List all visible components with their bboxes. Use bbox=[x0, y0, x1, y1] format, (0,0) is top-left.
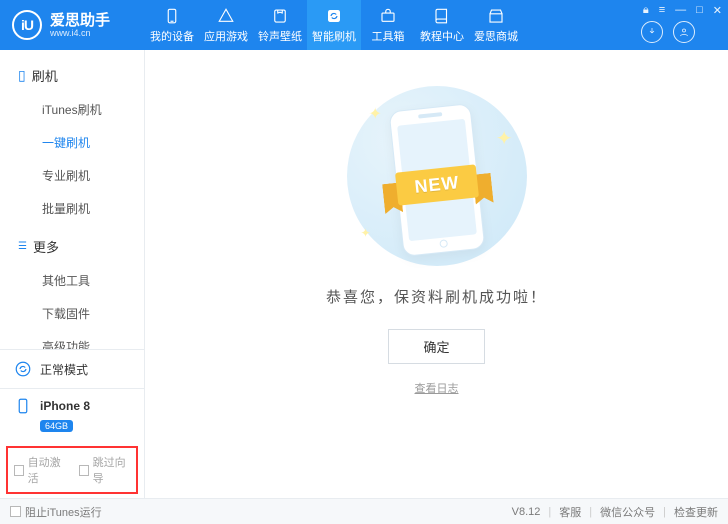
nav-apps[interactable]: 应用游戏 bbox=[199, 0, 253, 50]
divider: | bbox=[589, 506, 592, 518]
auto-activate-checkbox[interactable]: 自动激活 bbox=[14, 454, 65, 486]
checkbox-icon bbox=[14, 465, 24, 476]
minimize-button[interactable]: — bbox=[675, 4, 686, 16]
flash-options-highlight: 自动激活 跳过向导 bbox=[6, 446, 138, 494]
ringtone-icon bbox=[271, 7, 289, 25]
phone-icon bbox=[14, 397, 32, 415]
nav-label: 智能刷机 bbox=[312, 28, 356, 44]
sparkle-icon: ✦ bbox=[361, 226, 371, 240]
sync-icon bbox=[14, 360, 32, 378]
confirm-button[interactable]: 确定 bbox=[388, 329, 484, 364]
app-logo: iU 爱思助手 www.i4.cn bbox=[0, 0, 145, 50]
nav-label: 工具箱 bbox=[372, 28, 405, 44]
sidebar-item-advanced[interactable]: 高级功能 bbox=[18, 330, 144, 349]
sidebar-item-itunes-flash[interactable]: iTunes刷机 bbox=[18, 93, 144, 126]
nav-device[interactable]: 我的设备 bbox=[145, 0, 199, 50]
phone-icon bbox=[163, 7, 181, 25]
refresh-icon bbox=[325, 7, 343, 25]
toolbox-icon bbox=[379, 7, 397, 25]
version-label: V8.12 bbox=[512, 506, 541, 518]
sparkle-icon: ✦ bbox=[369, 104, 382, 124]
checkbox-label: 阻止iTunes运行 bbox=[25, 504, 102, 520]
nav-label: 铃声壁纸 bbox=[258, 28, 302, 44]
sidebar-item-other-tools[interactable]: 其他工具 bbox=[18, 264, 144, 297]
user-account-icon[interactable] bbox=[673, 21, 695, 43]
storage-badge: 64GB bbox=[40, 420, 73, 432]
menu-icon[interactable]: ≡ bbox=[659, 4, 665, 16]
maximize-button[interactable]: □ bbox=[696, 4, 703, 16]
sidebar-item-oneclick-flash[interactable]: 一键刷机 bbox=[18, 126, 144, 159]
sidebar-section-title: 刷机 bbox=[32, 66, 58, 85]
nav-toolbox[interactable]: 工具箱 bbox=[361, 0, 415, 50]
nav-label: 应用游戏 bbox=[204, 28, 248, 44]
nav-label: 爱思商城 bbox=[474, 28, 518, 44]
divider: | bbox=[548, 506, 551, 518]
mode-label: 正常模式 bbox=[40, 361, 132, 378]
download-manager-icon[interactable] bbox=[641, 21, 663, 43]
device-name: iPhone 8 bbox=[40, 399, 90, 413]
check-update-link[interactable]: 检查更新 bbox=[674, 504, 718, 520]
checkbox-label: 自动激活 bbox=[28, 454, 65, 486]
checkbox-label: 跳过向导 bbox=[93, 454, 130, 486]
support-link[interactable]: 客服 bbox=[559, 504, 581, 520]
close-button[interactable]: ✕ bbox=[713, 4, 722, 17]
mode-card[interactable]: 正常模式 bbox=[0, 350, 144, 389]
device-icon: ▯ bbox=[18, 67, 26, 84]
device-card[interactable]: iPhone 8 64GB bbox=[0, 389, 144, 442]
brand-url: www.i4.cn bbox=[50, 28, 110, 38]
sidebar-section-more: ☰ 更多 其他工具 下载固件 高级功能 bbox=[0, 237, 144, 349]
success-illustration: ✦ ✦ ✦ NEW bbox=[347, 86, 527, 266]
divider: | bbox=[663, 506, 666, 518]
success-message: 恭喜您，保资料刷机成功啦！ bbox=[326, 286, 547, 307]
checkbox-icon bbox=[79, 465, 89, 476]
sidebar-section-title: 更多 bbox=[33, 237, 59, 256]
sparkle-icon: ✦ bbox=[496, 126, 513, 151]
shop-icon bbox=[487, 7, 505, 25]
checkbox-icon bbox=[10, 506, 21, 517]
skip-guide-checkbox[interactable]: 跳过向导 bbox=[79, 454, 130, 486]
wechat-link[interactable]: 微信公众号 bbox=[600, 504, 655, 520]
block-itunes-checkbox[interactable]: 阻止iTunes运行 bbox=[10, 504, 102, 520]
book-icon bbox=[433, 7, 451, 25]
sidebar-item-batch-flash[interactable]: 批量刷机 bbox=[18, 192, 144, 225]
brand-name: 爱思助手 bbox=[50, 13, 110, 28]
nav-label: 教程中心 bbox=[420, 28, 464, 44]
sidebar-section-flash: ▯ 刷机 iTunes刷机 一键刷机 专业刷机 批量刷机 bbox=[0, 66, 144, 237]
nav-ringtone[interactable]: 铃声壁纸 bbox=[253, 0, 307, 50]
lock-icon[interactable]: 🔒︎ bbox=[643, 4, 649, 17]
logo-badge-icon: iU bbox=[12, 10, 42, 40]
sidebar-item-download-fw[interactable]: 下载固件 bbox=[18, 297, 144, 330]
apps-icon bbox=[217, 7, 235, 25]
nav-mall[interactable]: 爱思商城 bbox=[469, 0, 523, 50]
nav-flash[interactable]: 智能刷机 bbox=[307, 0, 361, 50]
sidebar-item-pro-flash[interactable]: 专业刷机 bbox=[18, 159, 144, 192]
nav-tutorial[interactable]: 教程中心 bbox=[415, 0, 469, 50]
view-log-link[interactable]: 查看日志 bbox=[415, 380, 459, 396]
nav-label: 我的设备 bbox=[150, 28, 194, 44]
more-icon: ☰ bbox=[18, 241, 27, 252]
